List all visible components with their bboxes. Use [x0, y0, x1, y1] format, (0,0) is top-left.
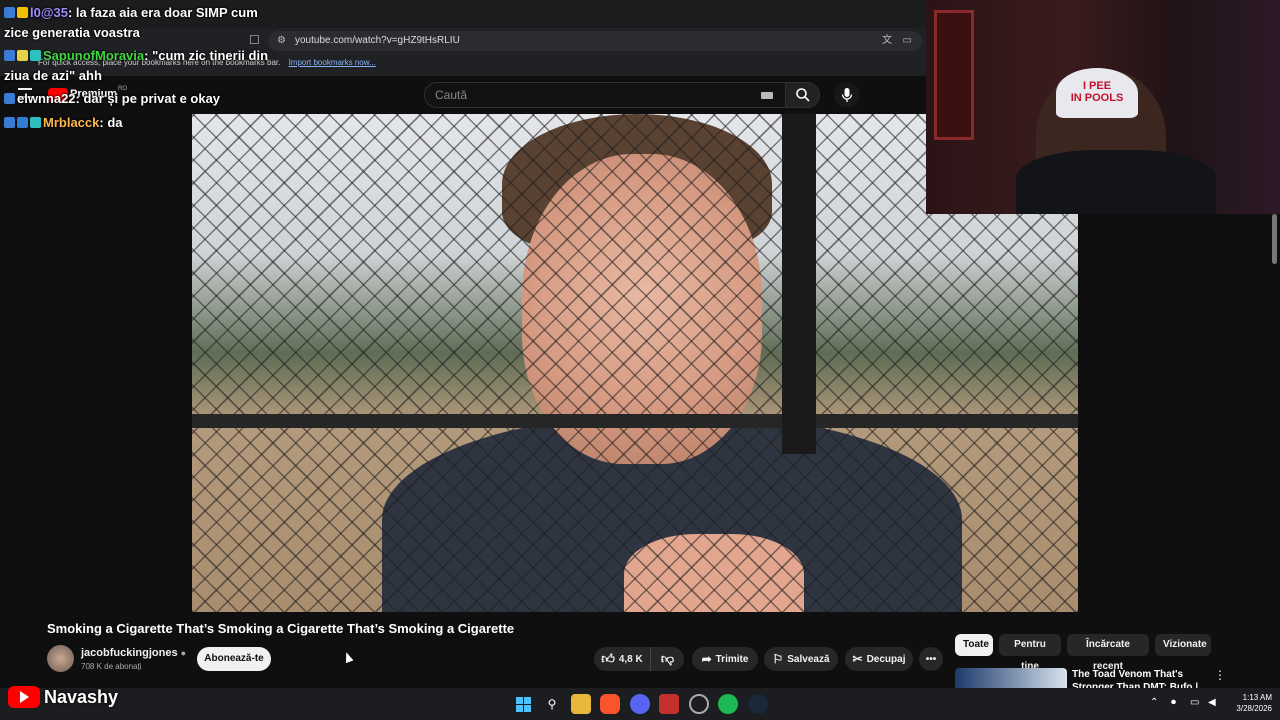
- clip-button[interactable]: ✂ Decupaj: [845, 647, 913, 671]
- youtube-play-icon: [8, 686, 40, 708]
- spotify-icon[interactable]: [718, 694, 738, 714]
- chat-text: : la faza aia era doar SIMP cum: [67, 5, 258, 20]
- badge-icon: [17, 117, 28, 128]
- taskbar-search-icon[interactable]: ⚲: [542, 694, 562, 714]
- tray-network-icon[interactable]: ▭: [1190, 697, 1199, 708]
- streamer-logo-overlay: Navashy: [8, 683, 118, 711]
- more-vertical-icon[interactable]: ⋮: [1214, 668, 1226, 682]
- badge-icon: [4, 93, 15, 104]
- share-button[interactable]: ➦ Trimite: [692, 647, 758, 671]
- more-actions-button[interactable]: •••: [919, 647, 943, 671]
- scissors-icon: ✂: [852, 652, 863, 666]
- fence-pole: [782, 114, 816, 454]
- like-count: 4,8 K: [618, 653, 643, 665]
- chat-username: Mrblacck: [43, 115, 100, 130]
- chip-for-you[interactable]: Pentru tine: [999, 634, 1061, 672]
- channel-avatar[interactable]: [47, 645, 74, 672]
- thumbs-down-icon: 👎︎: [660, 651, 675, 666]
- streamer-name: Navashy: [44, 686, 119, 707]
- webcam-streamer-shirt: [1016, 150, 1216, 214]
- microphone-icon: [841, 88, 853, 102]
- save-button[interactable]: ⚐ Salvează: [764, 647, 838, 671]
- more-icon: •••: [925, 653, 937, 665]
- chat-message: zice generatia voastra: [4, 23, 140, 43]
- chat-message: ziua de azi" ahh: [4, 66, 102, 86]
- address-bar[interactable]: ⚙ youtube.com/watch?v=gHZ9tHsRLIU 文 ▭: [268, 31, 922, 51]
- like-button[interactable]: 👍︎ 4,8 K: [594, 647, 650, 671]
- share-icon: ➦: [701, 652, 712, 666]
- streamer-webcam: I PEE IN POOLS: [926, 0, 1280, 214]
- tray-volume-icon[interactable]: ◀: [1208, 697, 1216, 708]
- chat-username: SapunofMoravia: [43, 48, 145, 63]
- tray-mic-icon[interactable]: ⏺: [1171, 697, 1176, 708]
- badge-icon: [4, 7, 15, 18]
- chip-recently-uploaded[interactable]: Încărcate recent: [1067, 634, 1149, 672]
- subscribe-button[interactable]: Abonează-te: [197, 647, 271, 671]
- page-scrollbar[interactable]: [1272, 214, 1277, 264]
- brave-browser-icon[interactable]: [600, 694, 620, 714]
- system-clock[interactable]: 1:13 AM 3/28/2026: [1226, 692, 1272, 714]
- chat-username: l0@35: [30, 5, 68, 20]
- save-label: Salvează: [787, 653, 830, 665]
- subscriber-count: 708 K de abonați: [81, 662, 142, 671]
- chat-message: Mrblacck: da: [4, 113, 123, 133]
- chat-text: : da: [99, 115, 123, 130]
- start-icon[interactable]: [513, 694, 533, 714]
- badge-icon: [17, 50, 28, 61]
- badge-icon: [17, 7, 28, 18]
- dislike-button[interactable]: 👎︎: [650, 647, 684, 671]
- chip-watched[interactable]: Vizionate: [1155, 634, 1211, 656]
- chat-message: l0@35: la faza aia era doar SIMP cum: [4, 3, 258, 23]
- clock-date: 3/28/2026: [1236, 704, 1272, 713]
- channel-name[interactable]: jacobfuckingjones ●: [81, 647, 186, 659]
- verified-icon: ●: [180, 648, 187, 658]
- clock-time: 1:13 AM: [1242, 693, 1272, 702]
- search-button[interactable]: [786, 82, 820, 108]
- chat-text: zice generatia voastra: [4, 25, 140, 40]
- tray-chevron-icon[interactable]: ⌃: [1150, 697, 1158, 708]
- chat-username: elwnna22: [17, 91, 76, 106]
- mouse-cursor-icon: [342, 650, 354, 664]
- url-text: youtube.com/watch?v=gHZ9tHsRLIU: [295, 35, 460, 46]
- badge-icon: [4, 50, 15, 61]
- bookmark-icon: ⚐: [772, 652, 784, 666]
- file-explorer-icon[interactable]: [571, 694, 591, 714]
- keyboard-icon[interactable]: [761, 92, 773, 99]
- chat-text: : "cum zic tinerii din: [144, 48, 269, 63]
- chat-text: ziua de azi" ahh: [4, 68, 102, 83]
- search-input[interactable]: Caută: [424, 82, 786, 108]
- translate-icon[interactable]: 文: [882, 31, 892, 51]
- share-label: Trimite: [715, 653, 749, 665]
- chat-message: SapunofMoravia: "cum zic tinerii din: [4, 46, 268, 66]
- youtube-app-icon[interactable]: [659, 694, 679, 714]
- badge-icon: [30, 50, 41, 61]
- webcam-hat: I PEE IN POOLS: [1056, 68, 1138, 118]
- fence-rail: [192, 414, 1078, 428]
- search-icon: [795, 88, 810, 102]
- obs-icon[interactable]: [689, 694, 709, 714]
- chip-all[interactable]: Toate: [955, 634, 993, 656]
- import-bookmarks-link[interactable]: Import bookmarks now...: [289, 58, 376, 67]
- voice-search-button[interactable]: [834, 82, 860, 108]
- chat-message: elwnna22: dar și pe privat e okay: [4, 89, 220, 109]
- bookmark-star-icon[interactable]: ☐: [249, 33, 260, 47]
- badge-icon: [4, 117, 15, 128]
- cast-icon[interactable]: ▭: [903, 31, 912, 51]
- badge-icon: [30, 117, 41, 128]
- discord-icon[interactable]: [630, 694, 650, 714]
- steam-icon[interactable]: [748, 694, 768, 714]
- chat-text: : dar și pe privat e okay: [75, 91, 221, 106]
- site-settings-icon[interactable]: ⚙: [277, 31, 286, 51]
- thumbs-up-icon: 👍︎: [601, 651, 615, 666]
- webcam-door: [934, 10, 974, 140]
- video-title: Smoking a Cigarette That’s Smoking a Cig…: [47, 621, 515, 636]
- clip-label: Decupaj: [866, 653, 906, 665]
- channel-name-text: jacobfuckingjones: [81, 647, 178, 659]
